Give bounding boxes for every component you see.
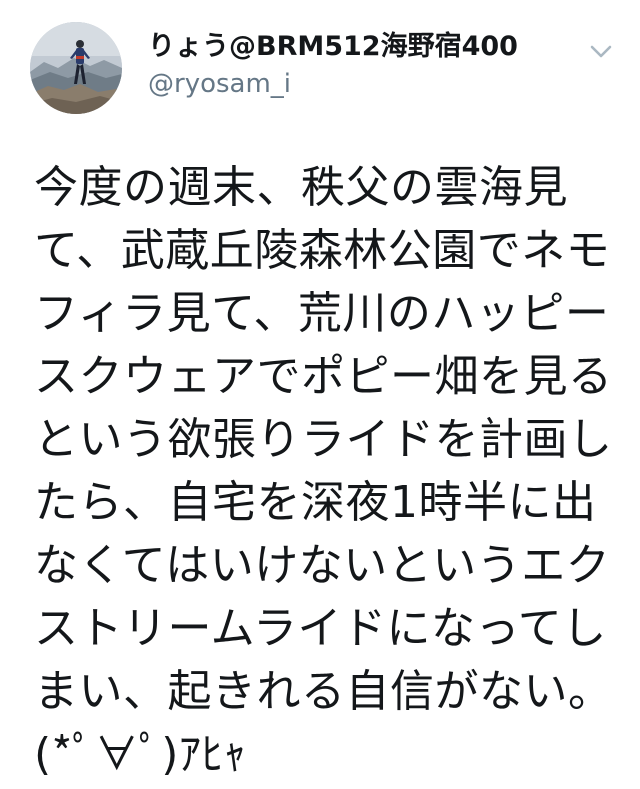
- tweet-menu-button[interactable]: [586, 40, 616, 62]
- tweet-text-line: スクウェアでポピー畑を見る: [34, 351, 613, 402]
- tweet-text-line: (*ﾟ∀ﾟ)ｱﾋｬ: [34, 729, 247, 780]
- display-name[interactable]: りょう@BRM512海野宿400: [148, 30, 518, 64]
- tweet-text-line: たら、自宅を深夜1時半に出: [34, 477, 597, 528]
- user-handle[interactable]: @ryosam_i: [148, 68, 518, 100]
- tweet-text: 今度の週末、秩父の雲海見 て、武蔵丘陵森林公園でネモ フィラ見て、荒川のハッピー…: [34, 156, 619, 786]
- chevron-down-icon: [590, 45, 612, 58]
- tweet-card: りょう@BRM512海野宿400 @ryosam_i 今度の週末、秩父の雲海見 …: [0, 0, 640, 789]
- tweet-header: りょう@BRM512海野宿400 @ryosam_i: [148, 30, 518, 100]
- tweet-text-line: ストリームライドになってし: [34, 603, 607, 654]
- tweet-text-line: て、武蔵丘陵森林公園でネモ: [34, 225, 611, 276]
- tweet-text-line: まい、起きれる自信がない。: [34, 666, 613, 717]
- avatar[interactable]: [30, 22, 122, 114]
- tweet-text-line: という欲張りライドを計画し: [34, 414, 613, 465]
- tweet-text-line: 今度の週末、秩父の雲海見: [34, 162, 568, 213]
- tweet-text-line: なくてはいけないというエク: [34, 540, 611, 591]
- profile-photo-icon: [30, 22, 122, 114]
- tweet-text-line: フィラ見て、荒川のハッピー: [34, 288, 610, 339]
